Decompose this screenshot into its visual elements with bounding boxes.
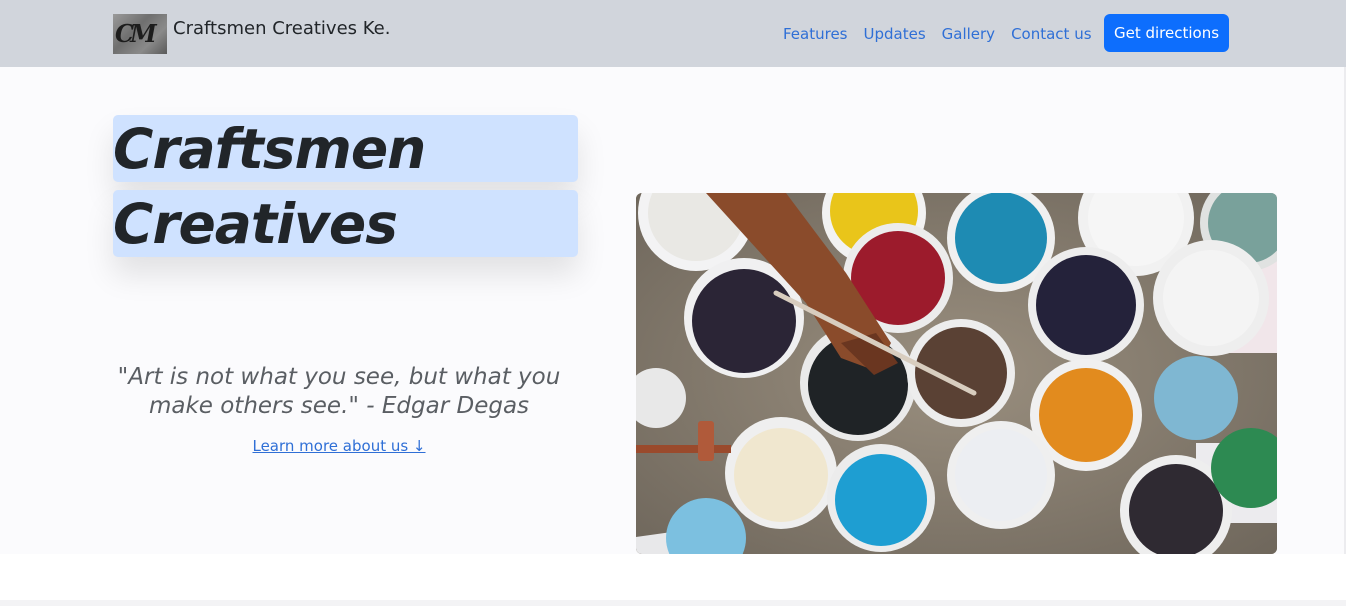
brand-logo[interactable]: CM (113, 14, 167, 54)
nav-link-features[interactable]: Features (783, 25, 848, 43)
learn-more-container: Learn more about us ↓ (113, 437, 565, 455)
nav-links: Features Updates Gallery Contact us (783, 25, 1108, 43)
paint-buckets-image (636, 193, 1277, 554)
learn-more-link[interactable]: Learn more about us ↓ (252, 437, 425, 455)
brand-logo-monogram: CM (115, 19, 157, 48)
get-directions-button[interactable]: Get directions (1104, 14, 1229, 52)
hero-quote: "Art is not what you see, but what you m… (117, 364, 561, 419)
paint-buckets-illustration (636, 193, 1277, 554)
hero-title-line2-box: Creatives (113, 190, 578, 257)
brand-name[interactable]: Craftsmen Creatives Ke. (173, 18, 390, 39)
nav-link-updates[interactable]: Updates (864, 25, 926, 43)
section-divider (0, 600, 1346, 606)
navbar: CM Craftsmen Creatives Ke. Features Upda… (0, 0, 1346, 67)
hero-section: Craftsmen Creatives "Art is not what you… (0, 67, 1346, 554)
hero-title-line1: Craftsmen (113, 117, 426, 181)
hero-title-line1-box: Craftsmen (113, 115, 578, 182)
hero-title-line2: Creatives (113, 192, 398, 256)
nav-link-gallery[interactable]: Gallery (942, 25, 995, 43)
nav-link-contact[interactable]: Contact us (1011, 25, 1091, 43)
